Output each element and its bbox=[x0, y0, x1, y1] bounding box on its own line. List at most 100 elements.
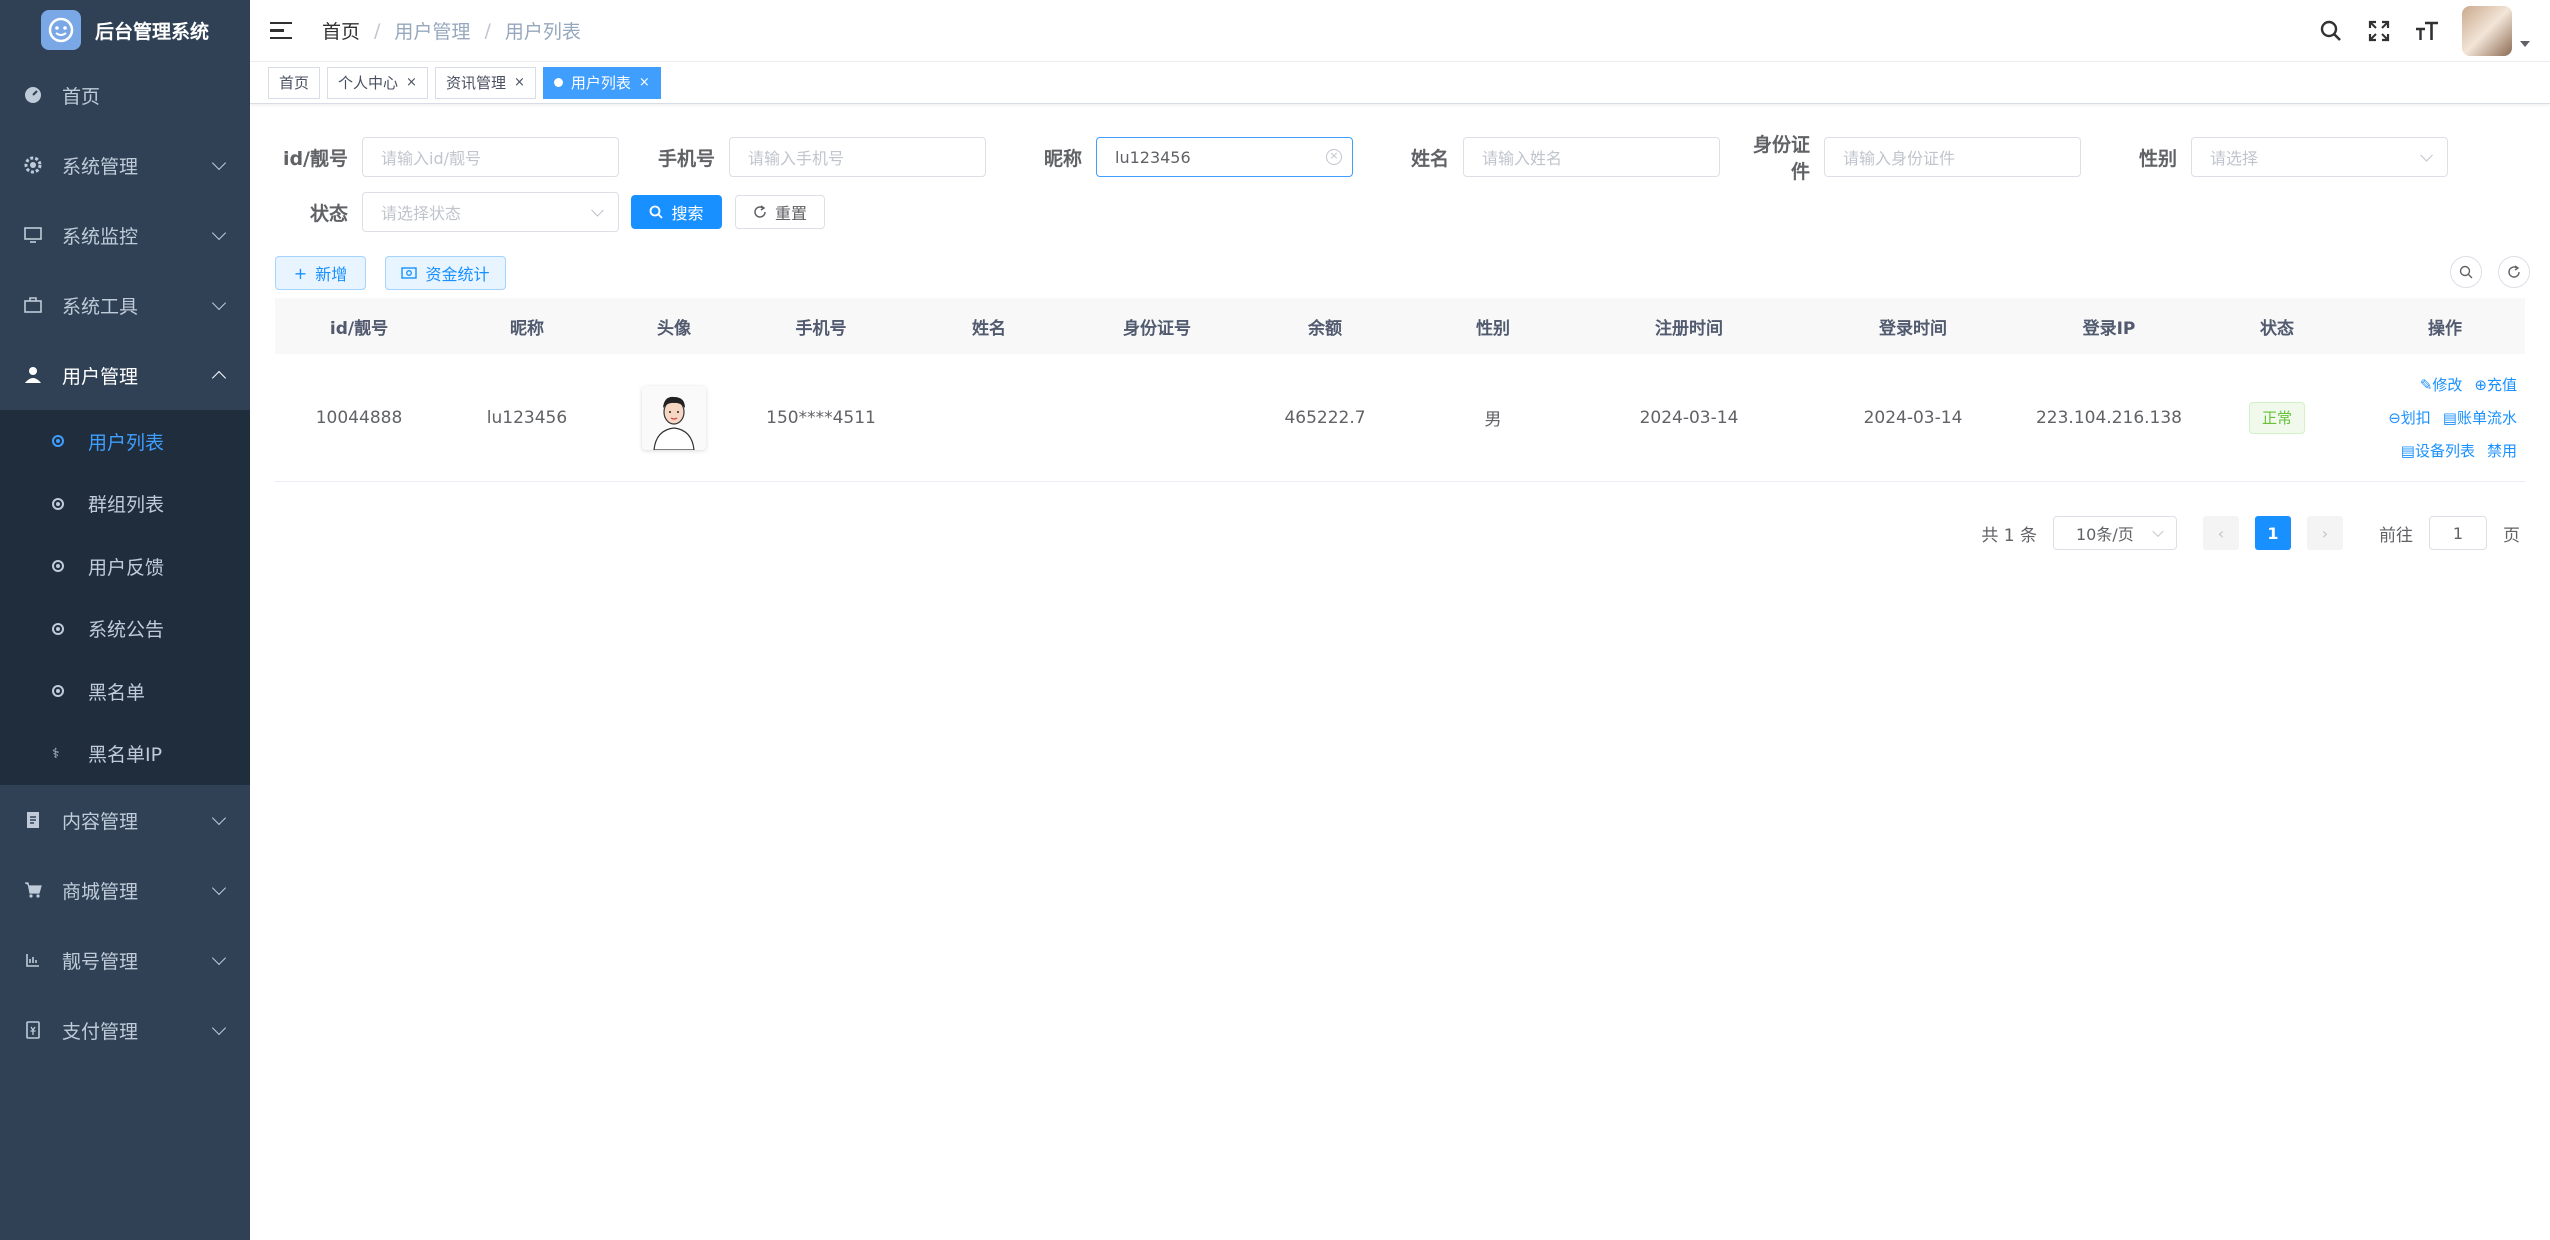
sidebar-item-label: 用户管理 bbox=[62, 365, 139, 388]
sidebar-item-users[interactable]: 用户管理 bbox=[0, 340, 250, 410]
sidebar-item-shop[interactable]: 商城管理 bbox=[0, 855, 250, 925]
funds-stats-button[interactable]: 资金统计 bbox=[385, 256, 506, 290]
sidebar-subitem-user-list[interactable]: 用户列表 bbox=[0, 410, 250, 473]
field-label: 姓名 bbox=[1410, 147, 1449, 170]
caret-down-icon[interactable] bbox=[2520, 41, 2530, 47]
sidebar-item-tools[interactable]: 系统工具 bbox=[0, 270, 250, 340]
table-row[interactable]: 10044888 lu123456 150****4511 465222.7 男… bbox=[275, 354, 2525, 482]
link-label: 设备列表 bbox=[2414, 442, 2475, 460]
sidebar-item-payment[interactable]: 支付管理 bbox=[0, 995, 250, 1065]
close-icon[interactable]: × bbox=[514, 75, 525, 90]
select-value: 10条/页 bbox=[2076, 525, 2134, 544]
cell-login-time: 2024-03-14 bbox=[1863, 407, 1963, 428]
input-placeholder: 请输入身份证件 bbox=[1843, 149, 1956, 168]
chevron-down-icon bbox=[591, 203, 604, 217]
font-size-icon[interactable] bbox=[2414, 18, 2440, 44]
chevron-up-icon bbox=[211, 370, 227, 386]
link-label: 充值 bbox=[2486, 376, 2517, 394]
fullscreen-icon[interactable] bbox=[2366, 18, 2392, 44]
next-page-button[interactable]: › bbox=[2307, 516, 2343, 550]
phone-input[interactable]: 请输入手机号 bbox=[729, 137, 986, 177]
page-size-select[interactable]: 10条/页 bbox=[2053, 516, 2177, 550]
nickname-input[interactable]: lu123456 × bbox=[1096, 137, 1353, 177]
tag-news[interactable]: 资讯管理 × bbox=[434, 66, 536, 99]
status-select[interactable]: 请选择状态 bbox=[362, 192, 619, 232]
sidebar-item-home[interactable]: 首页 bbox=[0, 60, 250, 130]
goto-page-input[interactable]: 1 bbox=[2429, 516, 2487, 550]
chevron-down-icon bbox=[211, 880, 227, 896]
column-header: 身份证号 bbox=[1123, 318, 1191, 339]
chevron-down-icon bbox=[211, 295, 227, 311]
sidebar-subitem-announcement[interactable]: 系统公告 bbox=[0, 598, 250, 661]
chevron-down-icon bbox=[211, 225, 227, 241]
deduct-link[interactable]: ⊖划扣 bbox=[2388, 407, 2431, 428]
form-row-2: 状态 请选择状态 bbox=[280, 192, 619, 232]
sidebar-item-system[interactable]: 系统管理 bbox=[0, 130, 250, 200]
total-count: 共 1 条 bbox=[1981, 525, 2037, 546]
disable-link[interactable]: 禁用 bbox=[2487, 440, 2517, 461]
name-input[interactable]: 请输入姓名 bbox=[1463, 137, 1720, 177]
reset-button[interactable]: 重置 bbox=[735, 195, 825, 229]
gender-select[interactable]: 请选择 bbox=[2191, 137, 2448, 177]
user-submenu: 用户列表 群组列表 用户反馈 系统公告 黑名单 ⚕ 黑名单IP bbox=[0, 410, 250, 785]
breadcrumb-section: 用户管理 bbox=[394, 21, 471, 43]
bill-flow-link[interactable]: ▤账单流水 bbox=[2443, 407, 2517, 428]
recharge-link[interactable]: ⊕充值 bbox=[2474, 374, 2517, 395]
app-logo[interactable]: 后台管理系统 bbox=[0, 0, 250, 60]
search-button[interactable]: 搜索 bbox=[631, 195, 722, 229]
user-avatar-image[interactable] bbox=[642, 385, 706, 450]
close-icon[interactable]: × bbox=[406, 75, 417, 90]
field-label: 性别 bbox=[2138, 147, 2177, 170]
tag-profile[interactable]: 个人中心 × bbox=[327, 66, 428, 99]
sidebar-item-monitor[interactable]: 系统监控 bbox=[0, 200, 250, 270]
column-header: 状态 bbox=[2260, 318, 2294, 339]
chevron-down-icon bbox=[211, 950, 227, 966]
field-label: 身份证件 bbox=[1752, 134, 1810, 183]
sidebar-subitem-blacklist[interactable]: 黑名单 bbox=[0, 660, 250, 723]
clear-icon[interactable]: × bbox=[1326, 149, 1342, 165]
page-number-active[interactable]: 1 bbox=[2255, 516, 2291, 550]
gear-icon bbox=[24, 156, 42, 174]
radio-dot-icon bbox=[52, 685, 64, 698]
column-header: 姓名 bbox=[972, 318, 1006, 339]
goto-label: 前往 bbox=[2379, 525, 2413, 546]
sidebar-item-vip-number[interactable]: 靓号管理 bbox=[0, 925, 250, 995]
column-header: 注册时间 bbox=[1655, 318, 1723, 339]
sidebar-subitem-blacklist-ip[interactable]: ⚕ 黑名单IP bbox=[0, 723, 250, 786]
dashboard-icon bbox=[24, 86, 42, 104]
id-input[interactable]: 请输入id/靓号 bbox=[362, 137, 619, 177]
menu-toggle-icon[interactable] bbox=[270, 21, 292, 40]
tag-label: 个人中心 bbox=[338, 74, 399, 92]
edit-link[interactable]: ✎修改 bbox=[2420, 374, 2463, 395]
close-icon[interactable]: × bbox=[639, 75, 650, 90]
add-button[interactable]: + 新增 bbox=[275, 256, 366, 290]
header-actions bbox=[2318, 0, 2550, 62]
app-title: 后台管理系统 bbox=[94, 20, 209, 43]
device-list-link[interactable]: ▤设备列表 bbox=[2401, 440, 2475, 461]
column-header: 操作 bbox=[2428, 318, 2462, 339]
sidebar-item-label: 系统管理 bbox=[62, 155, 139, 178]
sidebar-subitem-feedback[interactable]: 用户反馈 bbox=[0, 535, 250, 598]
link-label: 修改 bbox=[2432, 376, 2463, 394]
cell-register-time: 2024-03-14 bbox=[1639, 407, 1739, 428]
payment-icon bbox=[24, 1021, 42, 1039]
input-placeholder: 请输入id/靓号 bbox=[381, 149, 481, 168]
idcard-input[interactable]: 请输入身份证件 bbox=[1824, 137, 2081, 177]
pagination: 共 1 条 10条/页 ‹ 1 › 前往 1 页 bbox=[1981, 516, 2520, 550]
breadcrumb-home[interactable]: 首页 bbox=[322, 17, 360, 44]
tag-home[interactable]: 首页 bbox=[268, 66, 321, 99]
sidebar-subitem-group-list[interactable]: 群组列表 bbox=[0, 473, 250, 536]
cell-phone: 150****4511 bbox=[766, 407, 876, 428]
refresh-table-button[interactable] bbox=[2498, 256, 2530, 288]
search-icon[interactable] bbox=[2318, 18, 2344, 44]
sidebar-item-content[interactable]: 内容管理 bbox=[0, 785, 250, 855]
field-label: 昵称 bbox=[1043, 147, 1082, 170]
cart-icon bbox=[24, 881, 42, 899]
user-avatar[interactable] bbox=[2462, 6, 2512, 56]
sidebar-item-label: 内容管理 bbox=[62, 810, 139, 833]
prev-page-button[interactable]: ‹ bbox=[2203, 516, 2239, 550]
field-label: 状态 bbox=[309, 202, 348, 225]
input-placeholder: 请输入姓名 bbox=[1482, 149, 1563, 168]
toggle-search-button[interactable] bbox=[2450, 256, 2482, 288]
tag-user-list[interactable]: 用户列表 × bbox=[542, 66, 661, 99]
